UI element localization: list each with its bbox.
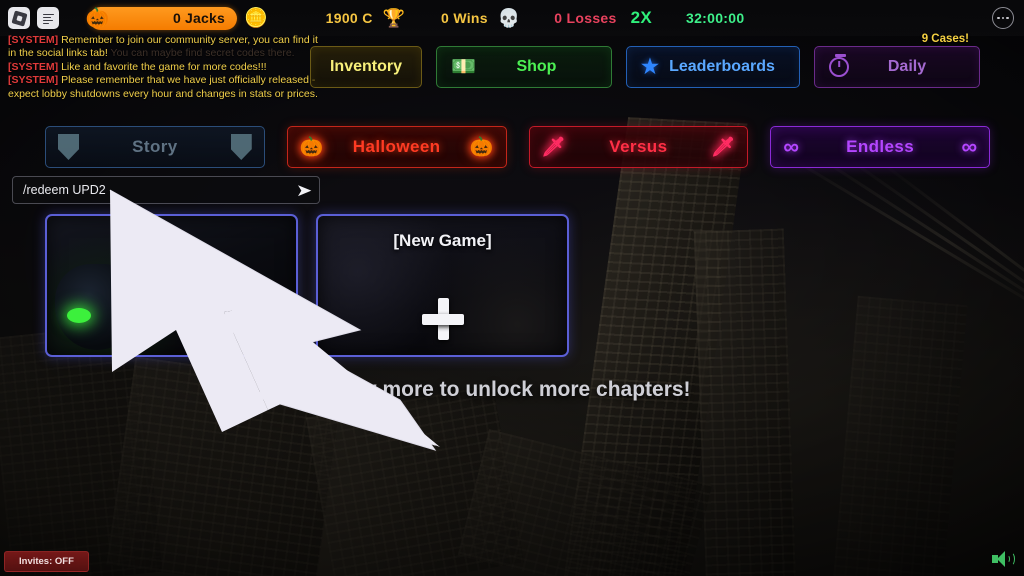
sword-icon: 🗡	[541, 136, 566, 158]
nav-label-inventory: Inventory	[329, 58, 402, 75]
skull-icon: 💀	[497, 8, 521, 28]
mode-tab-story[interactable]: Story	[45, 126, 265, 168]
game-mode-tabs: Story 🎃 Halloween 🎃 🗡 Versus 🗡 ∞ Endless…	[45, 126, 990, 168]
red-glow	[155, 282, 171, 289]
game-lobby-screen: 🎃 0 Jacks 🪙 1900 C 🏆 0 Wins 💀 0 Losses 2…	[0, 0, 1024, 576]
chapter-title: Chapter 1	[113, 254, 230, 282]
star-icon: ★	[641, 56, 659, 78]
nav-label-daily: Daily	[887, 58, 927, 75]
chat-input-bar[interactable]: /redeem UPD2 ➤	[12, 176, 320, 204]
plus-icon	[421, 298, 464, 340]
chapter-card-row: Chapter 1 The Infection [New Game]	[45, 214, 569, 357]
chat-prefix: [SYSTEM]	[8, 34, 59, 46]
cases-badge: 9 Cases!	[921, 33, 969, 45]
mode-tab-endless[interactable]: ∞ Endless ∞	[770, 126, 990, 168]
send-icon[interactable]: ➤	[296, 182, 312, 199]
building	[832, 295, 968, 576]
roblox-shortcut-icons	[8, 7, 59, 29]
volume-icon[interactable]	[992, 550, 1015, 568]
timer-value: 32:00:00	[686, 10, 745, 26]
mode-label-versus: Versus	[609, 137, 668, 156]
system-chat-log: [SYSTEM] Remember to join our community …	[8, 34, 318, 101]
chat-message: [SYSTEM] Please remember that we have ju…	[8, 74, 318, 101]
chat-text-faded: You can maybe find secret codes there.	[107, 47, 295, 60]
menu-icon[interactable]	[37, 7, 59, 29]
unlock-hint-text: Play more to unlock more chapters!	[333, 378, 691, 401]
multiplier-value: 2X	[630, 8, 652, 27]
chat-text: Like and favorite the game for more code…	[58, 60, 267, 73]
trophy-icon: 🏆	[382, 8, 406, 28]
chat-message: [SYSTEM] Like and favorite the game for …	[8, 61, 318, 74]
invites-status-badge[interactable]: Invites: OFF	[4, 551, 89, 572]
new-game-card[interactable]: [New Game]	[316, 214, 569, 357]
nav-button-daily[interactable]: Daily 9 Cases!	[814, 33, 980, 88]
chat-prefix: [SYSTEM]	[8, 74, 59, 87]
shield-icon	[58, 134, 79, 160]
more-options-icon[interactable]	[992, 7, 1014, 29]
top-stats-bar: 🎃 0 Jacks 🪙 1900 C 🏆 0 Wins 💀 0 Losses 2…	[0, 0, 1024, 36]
nav-button-inventory[interactable]: Inventory	[310, 46, 422, 88]
mode-tab-versus[interactable]: 🗡 Versus 🗡	[528, 126, 749, 168]
infinity-icon: ∞	[783, 134, 799, 159]
main-nav-buttons: Inventory 💵 Shop ★ Leaderboards Daily 9 …	[310, 33, 980, 88]
mode-label-story: Story	[132, 137, 178, 156]
jacks-counter: 🎃 0 Jacks	[86, 6, 237, 30]
currency-value: 1900 C	[325, 10, 373, 26]
shield-icon	[230, 134, 252, 160]
mode-label-endless: Endless	[846, 137, 915, 156]
losses-value: 0 Losses	[554, 10, 617, 26]
pumpkin-icon: 🎃	[299, 136, 324, 158]
coins-icon: 🪙	[244, 7, 268, 29]
chapter-card[interactable]: Chapter 1 The Infection	[45, 214, 298, 357]
stopwatch-icon	[829, 54, 849, 77]
roblox-logo-icon[interactable]	[8, 7, 30, 29]
nav-button-leaderboards[interactable]: ★ Leaderboards	[626, 46, 800, 88]
pumpkin-icon: 🎃	[85, 7, 110, 29]
new-game-title: [New Game]	[393, 231, 492, 250]
chat-input[interactable]: /redeem UPD2	[23, 183, 297, 197]
chapter-subtitle: The Infection	[118, 291, 225, 310]
building	[693, 228, 797, 576]
nav-label-leaderboards: Leaderboards	[669, 58, 775, 75]
wins-value: 0 Wins	[441, 10, 488, 26]
money-icon: 💵	[451, 56, 476, 78]
chat-prefix: [SYSTEM]	[8, 60, 59, 73]
chat-message: [SYSTEM] Remember to join our community …	[8, 34, 318, 61]
nav-label-shop: Shop	[516, 58, 557, 75]
mode-tab-halloween[interactable]: 🎃 Halloween 🎃	[286, 126, 507, 168]
sword-icon: 🗡	[711, 136, 736, 158]
mode-label-halloween: Halloween	[352, 137, 441, 156]
pumpkin-icon: 🎃	[469, 136, 494, 158]
nav-button-shop[interactable]: 💵 Shop	[436, 46, 612, 88]
jacks-value: 0 Jacks	[172, 10, 225, 26]
infinity-icon: ∞	[961, 134, 977, 159]
